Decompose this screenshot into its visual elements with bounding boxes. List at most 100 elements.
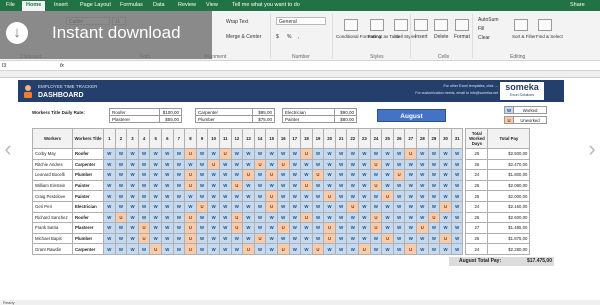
day-cell[interactable]: W	[160, 179, 174, 192]
day-cell[interactable]: W	[427, 232, 441, 245]
day-cell[interactable]: W	[137, 158, 151, 171]
day-cell[interactable]: W	[114, 169, 128, 181]
day-cell[interactable]: W	[381, 169, 394, 181]
day-cell[interactable]: W	[126, 211, 139, 224]
day-cell[interactable]: W	[311, 211, 325, 224]
tab-insert[interactable]: Insert	[54, 2, 68, 8]
day-cell[interactable]: W	[358, 148, 371, 160]
day-cell[interactable]: W	[276, 232, 290, 245]
day-cell[interactable]: W	[381, 158, 394, 171]
day-cell[interactable]: W	[242, 200, 255, 213]
day-cell[interactable]: W	[230, 158, 244, 171]
day-cell[interactable]: W	[358, 222, 371, 234]
someka-logo[interactable]: someka Excel Solutions	[500, 82, 544, 100]
autosum-button[interactable]: AutoSum	[478, 17, 499, 23]
day-cell[interactable]: W	[265, 232, 278, 245]
day-cell[interactable]: W	[126, 232, 139, 245]
day-cell[interactable]: U	[230, 179, 244, 192]
day-cell[interactable]: W	[311, 222, 325, 234]
day-cell[interactable]: U	[184, 211, 197, 224]
day-cell[interactable]: U	[300, 211, 313, 224]
day-cell[interactable]: W	[334, 211, 348, 224]
day-cell[interactable]: W	[149, 222, 162, 234]
day-cell[interactable]: W	[450, 148, 464, 160]
instant-download-banner[interactable]: ↓ Instant download	[0, 11, 212, 59]
day-cell[interactable]: W	[172, 232, 186, 245]
day-cell[interactable]: W	[427, 169, 441, 181]
day-cell[interactable]: W	[160, 148, 174, 160]
day-cell[interactable]: W	[369, 243, 383, 255]
day-cell[interactable]: W	[253, 243, 267, 255]
day-cell[interactable]: W	[346, 243, 360, 255]
day-cell[interactable]: W	[160, 243, 174, 255]
day-cell[interactable]: W	[416, 148, 429, 160]
day-cell[interactable]: W	[126, 179, 139, 192]
day-cell[interactable]: U	[416, 222, 429, 234]
day-cell[interactable]: U	[184, 222, 197, 234]
day-cell[interactable]: W	[160, 222, 174, 234]
carousel-prev-icon[interactable]: ‹	[0, 137, 16, 161]
day-cell[interactable]: W	[172, 211, 186, 224]
day-cell[interactable]: W	[334, 222, 348, 234]
day-cell[interactable]: U	[265, 200, 278, 213]
day-cell[interactable]: W	[392, 158, 406, 171]
day-cell[interactable]: W	[427, 222, 441, 234]
day-cell[interactable]: W	[114, 222, 128, 234]
day-cell[interactable]: W	[323, 200, 336, 213]
day-cell[interactable]: U	[311, 243, 325, 255]
day-cell[interactable]: U	[276, 243, 290, 255]
day-cell[interactable]: W	[103, 169, 116, 181]
day-cell[interactable]: W	[195, 158, 209, 171]
day-cell[interactable]: W	[253, 200, 267, 213]
day-cell[interactable]: W	[103, 211, 116, 224]
day-cell[interactable]: W	[346, 190, 360, 202]
day-cell[interactable]: W	[218, 222, 232, 234]
day-cell[interactable]: W	[172, 243, 186, 255]
day-cell[interactable]: W	[323, 169, 336, 181]
day-cell[interactable]: W	[126, 200, 139, 213]
day-cell[interactable]: W	[253, 148, 267, 160]
day-cell[interactable]: W	[416, 243, 429, 255]
day-cell[interactable]: U	[404, 148, 418, 160]
day-cell[interactable]: W	[369, 200, 383, 213]
day-cell[interactable]: W	[230, 243, 244, 255]
day-cell[interactable]: W	[427, 243, 441, 255]
day-cell[interactable]: W	[195, 148, 209, 160]
day-cell[interactable]: W	[439, 179, 452, 192]
day-cell[interactable]: W	[334, 169, 348, 181]
day-cell[interactable]: U	[300, 148, 313, 160]
day-cell[interactable]: W	[392, 232, 406, 245]
day-cell[interactable]: W	[172, 169, 186, 181]
day-cell[interactable]: W	[300, 190, 313, 202]
day-cell[interactable]: U	[358, 243, 371, 255]
day-cell[interactable]: W	[160, 200, 174, 213]
day-cell[interactable]: W	[369, 232, 383, 245]
day-cell[interactable]: W	[416, 232, 429, 245]
day-cell[interactable]: W	[195, 211, 209, 224]
day-cell[interactable]: U	[439, 200, 452, 213]
day-cell[interactable]: W	[346, 179, 360, 192]
day-cell[interactable]: W	[253, 190, 267, 202]
day-cell[interactable]: U	[404, 243, 418, 255]
day-cell[interactable]: W	[358, 158, 371, 171]
day-cell[interactable]: W	[450, 243, 464, 255]
day-cell[interactable]: W	[392, 148, 406, 160]
day-cell[interactable]: W	[450, 169, 464, 181]
day-cell[interactable]: W	[265, 211, 278, 224]
day-cell[interactable]: W	[404, 190, 418, 202]
day-cell[interactable]: W	[323, 158, 336, 171]
sort-filter-icon[interactable]	[514, 19, 528, 31]
day-cell[interactable]: U	[230, 211, 244, 224]
percent-button[interactable]: %	[287, 34, 291, 40]
day-cell[interactable]: W	[288, 158, 302, 171]
day-cell[interactable]: W	[207, 200, 220, 213]
day-cell[interactable]: W	[358, 169, 371, 181]
day-cell[interactable]: W	[103, 148, 116, 160]
day-cell[interactable]: W	[207, 190, 220, 202]
day-cell[interactable]: W	[392, 211, 406, 224]
day-cell[interactable]: W	[218, 243, 232, 255]
day-cell[interactable]: W	[334, 243, 348, 255]
day-cell[interactable]: W	[137, 148, 151, 160]
sort-filter-button[interactable]: Sort & Filter	[512, 34, 536, 39]
wrap-text-button[interactable]: Wrap Text	[226, 19, 248, 25]
